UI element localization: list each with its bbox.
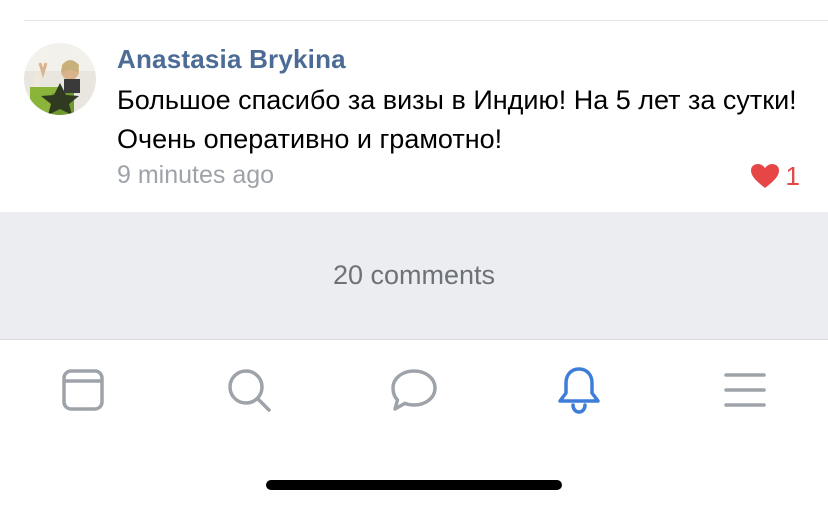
comment-author[interactable]: Anastasia Brykina [117, 44, 346, 75]
menu-icon [724, 373, 766, 407]
tab-bar [0, 340, 828, 440]
tab-notifications[interactable] [551, 362, 607, 418]
comments-section: 20 comments [0, 212, 828, 340]
user-photo [24, 43, 96, 115]
comment-item: Anastasia Brykina Большое спасибо за виз… [0, 21, 828, 212]
tab-feed[interactable] [55, 362, 111, 418]
tab-messages[interactable] [386, 362, 442, 418]
comment-timestamp: 9 minutes ago [117, 161, 275, 189]
home-indicator[interactable] [266, 480, 562, 490]
heart-icon [750, 164, 779, 188]
comments-count-link[interactable]: 20 comments [0, 260, 828, 291]
avatar[interactable] [24, 43, 96, 115]
notifications-bell-icon [558, 367, 600, 414]
like-count: 1 [785, 161, 800, 191]
screen: Anastasia Brykina Большое спасибо за виз… [0, 0, 828, 506]
feed-icon [62, 369, 104, 411]
search-icon [228, 369, 271, 412]
tab-search[interactable] [221, 362, 277, 418]
like-button[interactable]: 1 [750, 161, 800, 191]
comment-text: Большое спасибо за визы в Индию! На 5 ле… [117, 85, 797, 154]
messages-icon [391, 369, 437, 411]
tab-menu[interactable] [717, 362, 773, 418]
